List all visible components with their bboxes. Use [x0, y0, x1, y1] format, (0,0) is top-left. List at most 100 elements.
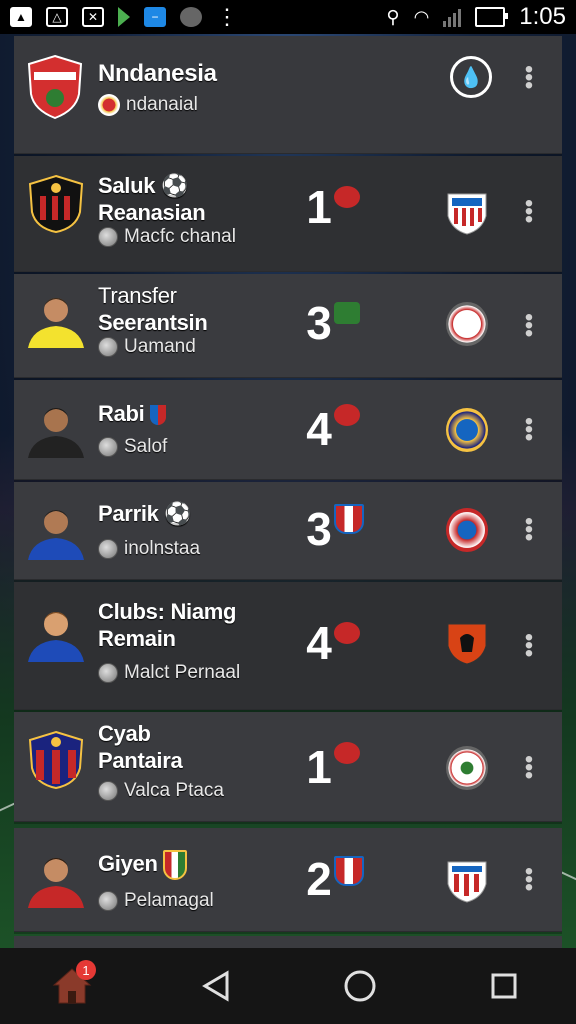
opponent-crest-icon [447, 193, 487, 235]
team-name-line1: Giyen [98, 850, 188, 881]
ball-icon [98, 891, 118, 911]
player-avatar [28, 858, 84, 908]
more-options-icon[interactable]: • • • [524, 510, 534, 550]
team-subtitle: Malct Pernaal [98, 662, 240, 684]
shield-badge-icon [334, 302, 360, 324]
team-name-line2: Reanasian [98, 200, 206, 225]
club-badge-icon [163, 850, 188, 881]
club-crest-icon [28, 730, 84, 790]
club-crest-icon [28, 174, 84, 234]
ball-badge-icon: ⚽ [164, 501, 192, 526]
header-row[interactable]: Nndanesia ndanaial 💧 • • • [14, 36, 562, 154]
team-name: Parrik ⚽ [98, 500, 192, 527]
home-circle-button[interactable] [330, 956, 390, 1016]
navigation-bar: 1 [0, 948, 576, 1024]
play-store-icon [118, 7, 130, 27]
player-avatar [28, 298, 84, 348]
league-subtitle-text: ndanaial [126, 94, 198, 115]
list-item[interactable]: Giyen Pelamagal 2 • • • [14, 828, 562, 932]
list-item[interactable]: Rabi Salof 4 • • • [14, 380, 562, 480]
team-subtitle-text: Salof [124, 436, 168, 457]
more-options-icon[interactable]: • • • [524, 306, 534, 346]
team-subtitle: Salof [98, 436, 167, 458]
team-subtitle: inolnstaa [98, 538, 200, 560]
shield-badge-icon [334, 856, 364, 886]
team-name-line2: Remain [98, 626, 176, 651]
team-name: Giyen [98, 850, 188, 881]
team-subtitle-text: Malct Pernaal [124, 662, 241, 683]
team-name-line1: Cyab [98, 721, 151, 746]
team-subtitle-text: inolnstaa [124, 538, 201, 559]
player-avatar [28, 612, 84, 662]
gallery-icon: ▲ [10, 7, 32, 27]
battery-icon [475, 7, 509, 27]
opponent-crest-icon [446, 508, 488, 552]
list-item[interactable]: Clubs: Niamg Remain Malct Pernaal 4 • • • [14, 582, 562, 710]
club-badge-icon [150, 405, 167, 426]
list-item[interactable]: Parrik ⚽ inolnstaa 3 • • • [14, 482, 562, 580]
team-subtitle: Macfc chanal [98, 226, 236, 248]
team-subtitle-text: Valca Ptaca [124, 780, 224, 801]
player-avatar [28, 408, 84, 458]
heart-badge-icon [334, 186, 360, 208]
more-options-icon[interactable]: • • • [524, 748, 534, 788]
notification-badge: 1 [76, 960, 96, 980]
status-bar: ▲ △ ✕ − ⋮ ⚲ ◠ 1:05 [0, 0, 576, 34]
shield-badge-icon [334, 504, 364, 534]
alarm-icon: ✕ [82, 7, 104, 27]
heart-badge-icon [334, 622, 360, 644]
club-crest-icon [27, 54, 83, 120]
home-button[interactable]: 1 [42, 956, 102, 1016]
back-icon [202, 970, 229, 1002]
ball-icon [98, 781, 118, 801]
signal-icon [443, 7, 462, 27]
circle-icon [344, 970, 376, 1002]
vibrate-icon: ⚲ [386, 6, 400, 27]
clock: 1:05 [519, 3, 566, 30]
list-item[interactable]: Transfer Seerantsin Uamand 3 • • • [14, 274, 562, 378]
trophy-icon: ⚽ [161, 173, 189, 198]
flag-icon [98, 94, 120, 116]
team-name-line1: Saluk ⚽ [98, 173, 189, 198]
player-avatar [28, 510, 84, 560]
water-drop-icon[interactable]: 💧 [450, 56, 492, 98]
team-name-line2: Seerantsin [98, 310, 208, 335]
opponent-crest-icon [446, 746, 488, 790]
heart-badge-icon [334, 404, 360, 426]
ball-icon [98, 227, 118, 247]
opponent-crest-icon [447, 861, 487, 903]
team-name-line2: Pantaira [98, 748, 183, 773]
score: 1 [306, 181, 332, 233]
team-name: Cyab Pantaira [98, 720, 183, 774]
team-name-line1: Rabi [98, 400, 167, 427]
team-name: Transfer Seerantsin [98, 282, 208, 336]
list-item[interactable] [14, 936, 562, 948]
message-icon: − [144, 7, 166, 27]
team-subtitle-text: Uamand [124, 336, 196, 357]
team-subtitle: Pelamagal [98, 890, 214, 912]
drive-icon: △ [46, 7, 68, 27]
opponent-crest-icon [446, 302, 488, 346]
league-title: Nndanesia [98, 60, 217, 87]
more-options-icon[interactable]: • • • [524, 626, 534, 666]
team-name-line1: Parrik ⚽ [98, 501, 192, 526]
more-options-icon[interactable]: • • • [524, 192, 534, 232]
team-name: Rabi [98, 400, 167, 427]
more-options-icon[interactable]: • • • [524, 58, 534, 98]
opponent-crest-icon [447, 623, 487, 665]
list-item[interactable]: Cyab Pantaira Valca Ptaca 1 • • • [14, 712, 562, 822]
team-name: Saluk ⚽ Reanasian [98, 172, 206, 226]
chat-icon [180, 7, 202, 27]
more-options-icon[interactable]: • • • [524, 860, 534, 900]
back-button[interactable] [186, 956, 246, 1016]
wifi-icon: ◠ [413, 6, 430, 27]
team-name-line1: Transfer [98, 283, 177, 308]
match-list: Nndanesia ndanaial 💧 • • • Saluk ⚽ Reanasi… [14, 36, 562, 948]
team-subtitle: Uamand [98, 336, 196, 358]
score: 4 [306, 617, 332, 669]
list-item[interactable]: Saluk ⚽ Reanasian Macfc chanal 1 • • • [14, 156, 562, 272]
ball-icon [98, 539, 118, 559]
more-options-icon[interactable]: • • • [524, 410, 534, 450]
team-subtitle: Valca Ptaca [98, 780, 224, 802]
recents-button[interactable] [474, 956, 534, 1016]
